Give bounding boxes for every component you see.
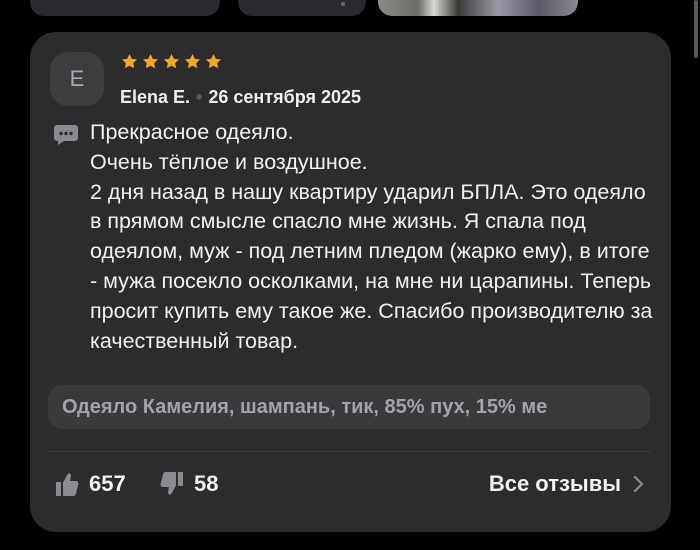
review-photo-thumbnail[interactable] bbox=[378, 0, 578, 16]
fade-overlay bbox=[580, 385, 650, 429]
scrollbar[interactable] bbox=[694, 0, 698, 58]
top-chip[interactable] bbox=[30, 0, 220, 16]
author-name: Elena E. bbox=[120, 87, 191, 107]
review-date: 26 сентября 2025 bbox=[208, 87, 362, 107]
chevron-right-icon bbox=[633, 475, 644, 493]
thumbs-down-icon bbox=[160, 472, 183, 495]
product-variant-chip[interactable]: Одеяло Камелия, шампань, тик, 85% пух, 1… bbox=[48, 385, 650, 429]
all-reviews-link[interactable]: Все отзывы bbox=[489, 468, 645, 500]
star-icon bbox=[184, 53, 201, 69]
media-strip bbox=[0, 0, 700, 20]
like-count: 657 bbox=[89, 471, 126, 496]
product-variant-label: Одеяло Камелия, шампань, тик, 85% пух, 1… bbox=[62, 396, 548, 418]
rating-stars bbox=[120, 52, 223, 72]
top-chip[interactable] bbox=[238, 0, 366, 16]
star-icon bbox=[142, 53, 159, 69]
review-card: E Elena E. • 26 сентября 2025 Прекрасное о… bbox=[30, 32, 671, 532]
star-icon bbox=[121, 53, 138, 69]
review-text: Прекрасное одеяло. Очень тёплое и воздуш… bbox=[90, 120, 653, 353]
dislike-button[interactable]: 58 bbox=[160, 468, 218, 500]
star-icon bbox=[205, 53, 222, 69]
avatar: E bbox=[50, 52, 104, 106]
like-button[interactable]: 657 bbox=[55, 468, 126, 500]
dot-indicator bbox=[341, 2, 345, 6]
dislike-count: 58 bbox=[194, 471, 219, 496]
separator-dot: • bbox=[196, 87, 203, 107]
divider bbox=[50, 451, 651, 452]
screen: E Elena E. • 26 сентября 2025 Прекрасное о… bbox=[0, 0, 700, 550]
thumbs-up-icon bbox=[56, 473, 79, 496]
review-meta: Elena E. • 26 сентября 2025 bbox=[120, 84, 361, 110]
star-icon bbox=[163, 53, 180, 69]
chat-bubble-icon bbox=[54, 125, 78, 145]
all-reviews-label: Все отзывы bbox=[488, 471, 621, 496]
